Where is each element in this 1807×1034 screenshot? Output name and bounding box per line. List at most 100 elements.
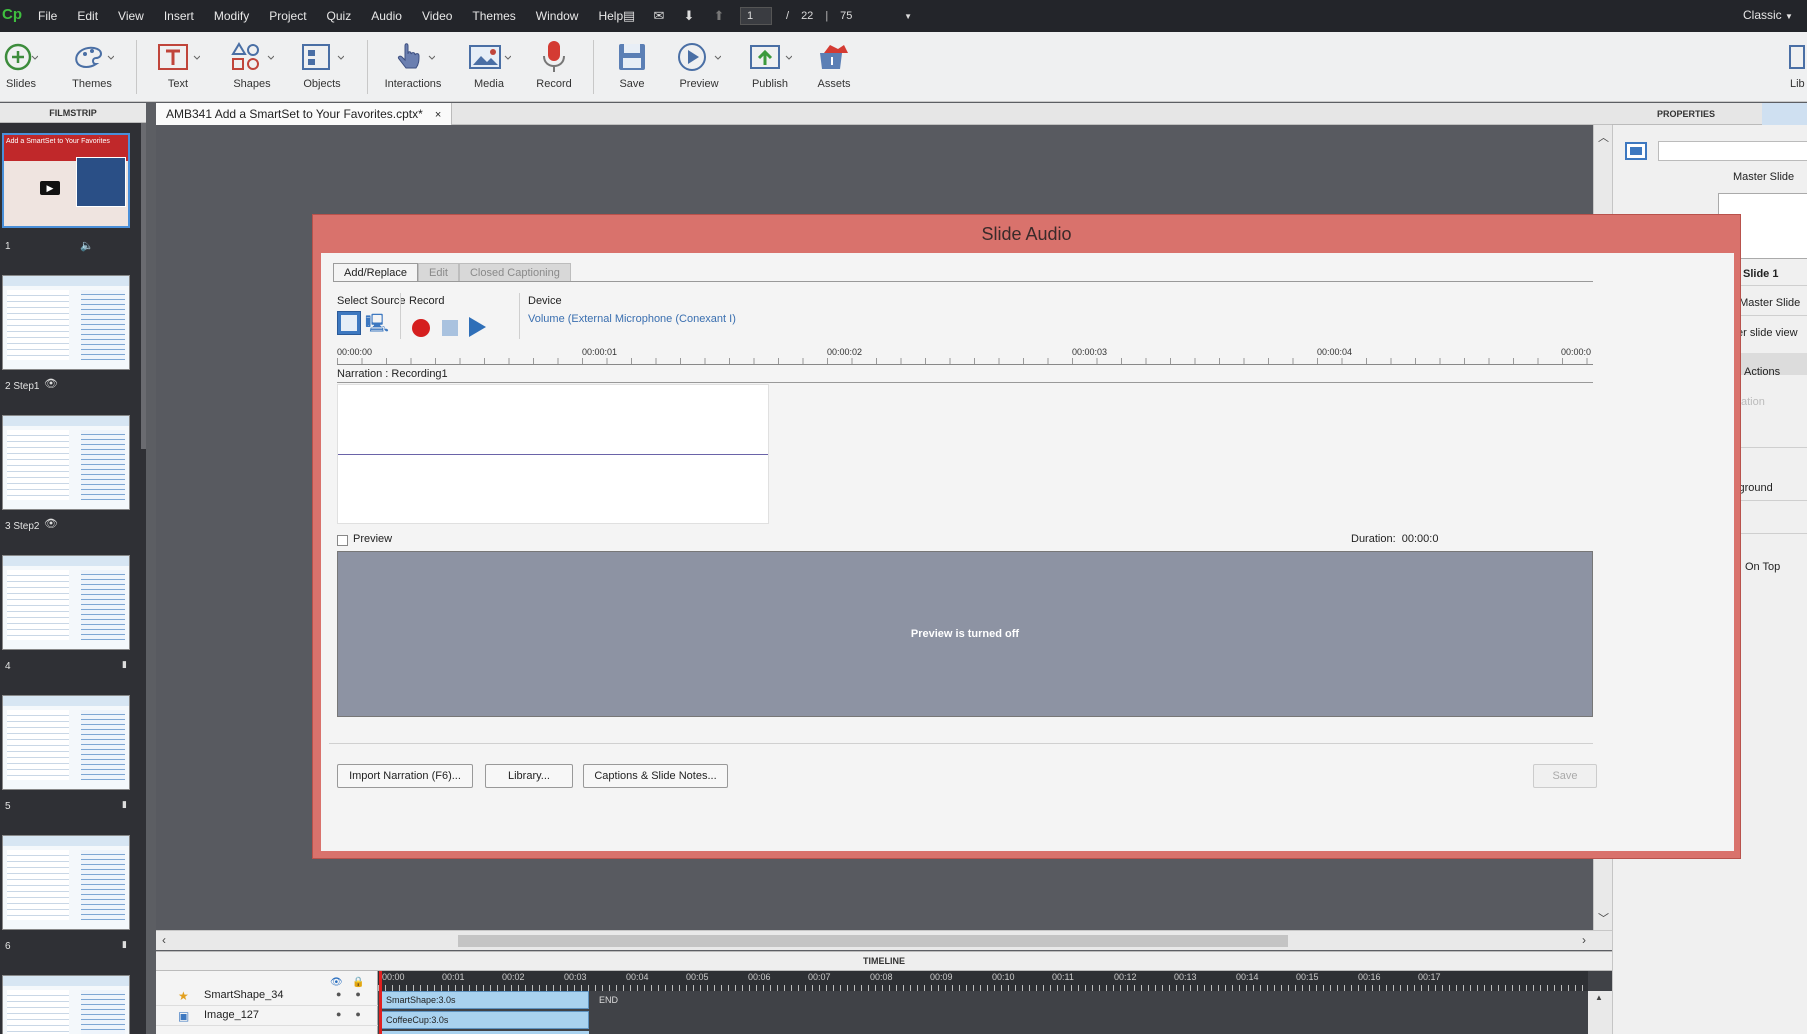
timeline-layer-list: 👁 🔒 ★ SmartShape_34 ●● ▣ Image_127 ●● <box>156 971 378 1034</box>
media-button[interactable]: Media <box>464 32 514 102</box>
shapes-button[interactable]: Shapes <box>228 32 276 102</box>
stage-horizontal-scrollbar[interactable]: ‹ › <box>156 930 1612 950</box>
layer-name: Image_127 <box>204 1009 260 1021</box>
slides-button[interactable]: Slides <box>0 32 42 102</box>
slide-color-swatch[interactable] <box>1625 142 1647 160</box>
objects-button[interactable]: Objects <box>298 32 346 102</box>
menu-edit[interactable]: Edit <box>77 9 98 23</box>
speaker-icon: 🔈 <box>80 240 94 252</box>
arrow-up-icon[interactable]: ⬆ <box>710 8 728 24</box>
tab-add-replace[interactable]: Add/Replace <box>333 263 418 281</box>
timeline-scrollbar[interactable]: ▲ <box>1588 991 1612 1034</box>
save-toolbar-button[interactable]: Save <box>610 32 654 102</box>
preview-button[interactable]: Preview <box>672 32 726 102</box>
menu-modify[interactable]: Modify <box>214 9 249 23</box>
ruler-tick: 00:00:01 <box>582 347 618 357</box>
on-top-option[interactable]: On Top <box>1745 561 1780 573</box>
slide-thumbnail-6[interactable] <box>2 835 130 930</box>
mail-icon[interactable]: ✉ <box>650 8 668 24</box>
zoom-dropdown-icon[interactable]: ▼ <box>904 12 912 21</box>
stop-icon[interactable] <box>442 320 458 336</box>
waveform-area[interactable] <box>337 384 769 524</box>
chevron-down-icon[interactable]: ﹀ <box>1598 910 1609 926</box>
audio-ruler[interactable]: 00:00:00 00:00:01 00:00:02 00:00:03 00:0… <box>337 347 1593 365</box>
toolbar-separator <box>136 40 137 94</box>
timeline-bar[interactable]: SmartShape:3.0s <box>379 991 589 1009</box>
record-icon[interactable] <box>412 319 430 337</box>
divider <box>337 382 1593 383</box>
import-narration-button[interactable]: Import Narration (F6)... <box>337 764 473 788</box>
toolbar-separator <box>367 40 368 94</box>
master-view-option[interactable]: er slide view <box>1737 327 1798 339</box>
arrow-down-icon[interactable]: ⬇ <box>680 8 698 24</box>
duration-label: Duration: <box>1351 533 1396 545</box>
play-icon[interactable] <box>469 317 486 337</box>
ruler-tick: 00:00:02 <box>827 347 863 357</box>
menu-project[interactable]: Project <box>269 9 306 23</box>
workspace-select[interactable]: Classic ▼ <box>1743 8 1793 22</box>
ruler-tick: 00:15 <box>1296 972 1319 982</box>
filmstrip-scrollbar[interactable] <box>141 123 146 449</box>
interactions-button[interactable]: Interactions <box>380 32 446 102</box>
slide-name-input[interactable] <box>1658 141 1807 161</box>
timeline-ruler[interactable]: 00:00 00:01 00:02 00:03 00:04 00:05 00:0… <box>378 971 1588 991</box>
layer-toggles[interactable]: ●● <box>336 989 375 999</box>
app-logo: Cp <box>2 6 22 23</box>
click-icon: ▮ <box>122 799 127 809</box>
device-select[interactable]: Volume (External Microphone (Conexant I) <box>528 313 736 325</box>
microphone-source-icon[interactable]: 🖳 <box>365 311 389 335</box>
play-icon: ▶ <box>40 181 60 195</box>
properties-tab-2[interactable] <box>1762 103 1807 125</box>
chevron-right-icon[interactable]: › <box>1582 933 1586 947</box>
chevron-left-icon[interactable]: ‹ <box>162 933 166 947</box>
chevron-up-icon[interactable]: ︿ <box>1598 129 1609 145</box>
page-number-input[interactable]: 1 <box>740 7 772 25</box>
library-button[interactable]: Library... <box>485 764 573 788</box>
system-audio-icon[interactable] <box>337 311 361 335</box>
slide-thumbnail-2[interactable] <box>2 275 130 370</box>
comment-icon[interactable]: ▤ <box>620 8 638 24</box>
themes-button[interactable]: Themes <box>66 32 118 102</box>
slide-audio-dialog: Slide Audio Add/Replace Edit Closed Capt… <box>312 214 1741 859</box>
menu-video[interactable]: Video <box>422 9 452 23</box>
preview-checkbox[interactable] <box>337 535 348 546</box>
arrow-up-icon[interactable]: ▲ <box>1595 993 1603 1002</box>
zoom-select[interactable]: 75 <box>840 10 904 22</box>
timeline-bar[interactable]: CoffeeCup:3.0s <box>379 1011 589 1029</box>
slide-thumbnail-3[interactable] <box>2 415 130 510</box>
use-master-option[interactable]: : Master Slide <box>1733 297 1800 309</box>
menu-window[interactable]: Window <box>536 9 579 23</box>
slide-thumbnail-4[interactable] <box>2 555 130 650</box>
objects-label: Objects <box>303 78 341 90</box>
slide-thumbnail-1[interactable]: Add a SmartSet to Your Favorites ▶ <box>2 133 130 228</box>
tab-closed-captioning[interactable]: Closed Captioning <box>458 263 571 281</box>
menu-insert[interactable]: Insert <box>164 9 194 23</box>
scroll-thumb[interactable] <box>458 935 1288 947</box>
menu-audio[interactable]: Audio <box>371 9 402 23</box>
close-tab-icon[interactable]: × <box>435 109 441 121</box>
timeline-layer-row[interactable]: ★ SmartShape_34 ●● <box>156 986 378 1006</box>
publish-button[interactable]: Publish <box>744 32 796 102</box>
menu-file[interactable]: File <box>38 9 57 23</box>
record-button[interactable]: Record <box>532 32 576 102</box>
actions-tab[interactable]: Actions <box>1744 366 1780 378</box>
timeline-layer-row[interactable]: ▣ Image_127 ●● <box>156 1006 378 1026</box>
captions-slide-notes-button[interactable]: Captions & Slide Notes... <box>583 764 728 788</box>
layer-toggles[interactable]: ●● <box>336 1009 375 1019</box>
save-button[interactable]: Save <box>1533 764 1597 788</box>
menu-themes[interactable]: Themes <box>472 9 515 23</box>
playhead[interactable] <box>379 971 382 1034</box>
assets-button[interactable]: Assets <box>812 32 856 102</box>
menu-view[interactable]: View <box>118 9 144 23</box>
timeline-end-marker: END <box>599 995 619 1005</box>
tab-edit[interactable]: Edit <box>418 263 459 281</box>
library-button[interactable]: Lib <box>1782 32 1807 102</box>
slide-thumbnail-7[interactable] <box>2 975 130 1034</box>
slide-label-3: 3 Step2 <box>5 521 40 532</box>
slide-thumbnail-5[interactable] <box>2 695 130 790</box>
properties-header: PROPERTIES <box>1612 103 1807 125</box>
menu-quiz[interactable]: Quiz <box>327 9 352 23</box>
document-tab[interactable]: AMB341 Add a SmartSet to Your Favorites.… <box>156 103 453 125</box>
save-label: Save <box>619 78 645 90</box>
text-button[interactable]: Text <box>156 32 200 102</box>
